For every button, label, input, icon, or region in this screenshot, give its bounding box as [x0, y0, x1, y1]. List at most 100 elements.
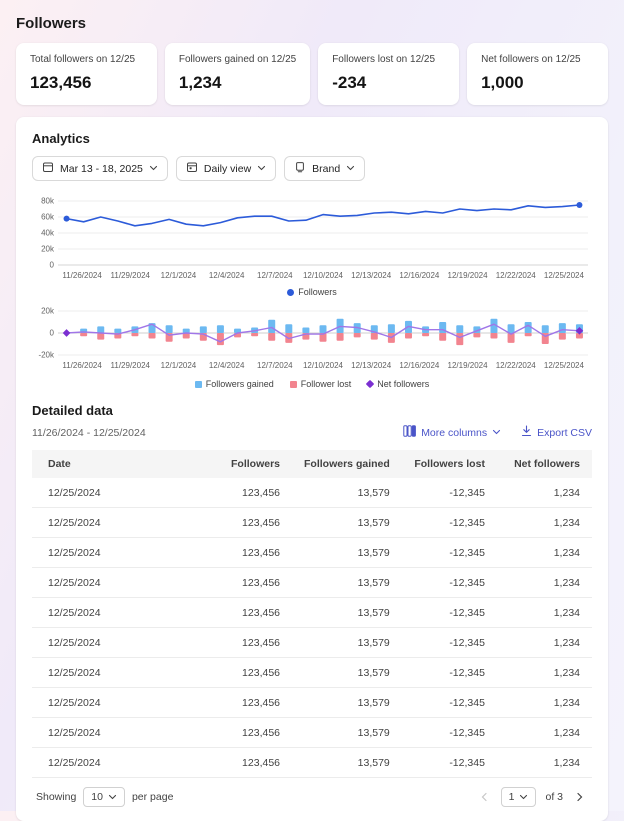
- table-cell: 13,579: [292, 718, 402, 748]
- more-columns-button[interactable]: More columns: [403, 425, 501, 440]
- table-cell: 13,579: [292, 568, 402, 598]
- table-row: 12/25/2024123,45613,579-12,3451,234: [32, 478, 592, 508]
- table-cell: 13,579: [292, 748, 402, 778]
- table-cell: 12/25/2024: [32, 538, 203, 568]
- column-header-followers: Followers: [203, 450, 292, 478]
- table-cell: 123,456: [203, 718, 292, 748]
- analytics-title: Analytics: [32, 131, 592, 146]
- svg-text:11/29/2024: 11/29/2024: [111, 271, 151, 280]
- stat-cards-row: Total followers on 12/25 123,456 Followe…: [16, 43, 608, 105]
- view-granularity-label: Daily view: [204, 163, 251, 175]
- svg-text:12/10/2024: 12/10/2024: [303, 361, 344, 370]
- svg-text:12/16/2024: 12/16/2024: [399, 361, 440, 370]
- legend-label: Follower lost: [301, 379, 352, 389]
- per-page-select[interactable]: 10: [83, 787, 125, 807]
- table-cell: 13,579: [292, 478, 402, 508]
- table-cell: 1,234: [497, 508, 592, 538]
- legend-item: Follower lost: [290, 379, 352, 389]
- table-cell: 1,234: [497, 478, 592, 508]
- chevron-down-icon: [492, 427, 501, 439]
- table-cell: 12/25/2024: [32, 568, 203, 598]
- svg-text:12/10/2024: 12/10/2024: [303, 271, 344, 280]
- calendar-icon: [42, 161, 54, 176]
- table-row: 12/25/2024123,45613,579-12,3451,234: [32, 688, 592, 718]
- per-page-value: 10: [91, 791, 103, 803]
- date-range-label: Mar 13 - 18, 2025: [60, 163, 143, 175]
- table-cell: 12/25/2024: [32, 628, 203, 658]
- next-page-button[interactable]: [572, 789, 588, 805]
- svg-text:12/13/2024: 12/13/2024: [351, 361, 392, 370]
- date-range-dropdown[interactable]: Mar 13 - 18, 2025: [32, 156, 168, 181]
- table-row: 12/25/2024123,45613,579-12,3451,234: [32, 718, 592, 748]
- chevron-down-icon: [108, 793, 117, 801]
- column-header-followers-lost: Followers lost: [402, 450, 497, 478]
- brand-dropdown[interactable]: Brand: [284, 156, 365, 181]
- legend-label: Followers gained: [206, 379, 274, 389]
- table-cell: 123,456: [203, 628, 292, 658]
- svg-text:20k: 20k: [41, 307, 55, 316]
- line-chart-legend: Followers: [32, 287, 592, 297]
- stat-label: Followers gained on 12/25: [179, 54, 296, 65]
- table-cell: -12,345: [402, 478, 497, 508]
- stat-value: 123,456: [30, 73, 143, 93]
- table-row: 12/25/2024123,45613,579-12,3451,234: [32, 658, 592, 688]
- table-cell: -12,345: [402, 538, 497, 568]
- table-header-row: Date Followers Followers gained Follower…: [32, 450, 592, 478]
- svg-text:12/16/2024: 12/16/2024: [399, 271, 440, 280]
- stat-value: -234: [332, 73, 445, 93]
- page-count-label: of 3: [545, 791, 563, 803]
- svg-text:80k: 80k: [41, 197, 55, 206]
- stat-card-net-followers: Net followers on 12/25 1,000: [467, 43, 608, 105]
- analytics-card: Analytics Mar 13 - 18, 2025 Daily view: [16, 117, 608, 821]
- table-cell: -12,345: [402, 568, 497, 598]
- page-select[interactable]: 1: [501, 787, 537, 807]
- brand-label: Brand: [312, 163, 340, 175]
- table-cell: 12/25/2024: [32, 688, 203, 718]
- svg-text:12/1/2024: 12/1/2024: [161, 271, 197, 280]
- legend-square-marker: [290, 381, 297, 388]
- page-title: Followers: [0, 0, 624, 43]
- table-cell: 1,234: [497, 538, 592, 568]
- export-csv-button[interactable]: Export CSV: [521, 425, 592, 440]
- followers-line-chart: 020k40k60k80k11/26/202411/29/202412/1/20…: [32, 193, 592, 297]
- column-header-date: Date: [32, 450, 203, 478]
- more-columns-label: More columns: [421, 427, 487, 439]
- svg-text:40k: 40k: [41, 229, 55, 238]
- legend-item: Net followers: [367, 379, 429, 389]
- columns-icon: [403, 425, 416, 440]
- view-granularity-dropdown[interactable]: Daily view: [176, 156, 276, 181]
- download-icon: [521, 425, 532, 440]
- table-cell: 13,579: [292, 508, 402, 538]
- svg-text:12/25/2024: 12/25/2024: [544, 271, 585, 280]
- page-value: 1: [509, 791, 515, 803]
- table-row: 12/25/2024123,45613,579-12,3451,234: [32, 568, 592, 598]
- table-cell: 13,579: [292, 658, 402, 688]
- table-cell: -12,345: [402, 508, 497, 538]
- stat-label: Followers lost on 12/25: [332, 54, 445, 65]
- table-cell: 12/25/2024: [32, 658, 203, 688]
- legend-item: Followers: [287, 287, 337, 297]
- svg-text:12/19/2024: 12/19/2024: [448, 271, 489, 280]
- svg-text:12/4/2024: 12/4/2024: [209, 361, 245, 370]
- table-cell: 123,456: [203, 538, 292, 568]
- table-cell: -12,345: [402, 628, 497, 658]
- stat-label: Total followers on 12/25: [30, 54, 143, 65]
- showing-label: Showing: [36, 791, 76, 803]
- svg-text:12/13/2024: 12/13/2024: [351, 271, 392, 280]
- table-cell: 1,234: [497, 748, 592, 778]
- table-cell: 1,234: [497, 688, 592, 718]
- table-cell: 13,579: [292, 688, 402, 718]
- table-cell: 12/25/2024: [32, 598, 203, 628]
- table-cell: 13,579: [292, 628, 402, 658]
- stat-card-followers-lost: Followers lost on 12/25 -234: [318, 43, 459, 105]
- table-cell: 12/25/2024: [32, 508, 203, 538]
- prev-page-button[interactable]: [476, 789, 492, 805]
- legend-item: Followers gained: [195, 379, 274, 389]
- svg-text:12/4/2024: 12/4/2024: [209, 271, 245, 280]
- svg-text:0: 0: [50, 261, 55, 270]
- table-footer: Showing 10 per page 1 of 3: [32, 778, 592, 811]
- detailed-data-title: Detailed data: [32, 403, 592, 418]
- table-cell: 123,456: [203, 508, 292, 538]
- legend-circle-marker: [287, 289, 294, 296]
- table-cell: 123,456: [203, 568, 292, 598]
